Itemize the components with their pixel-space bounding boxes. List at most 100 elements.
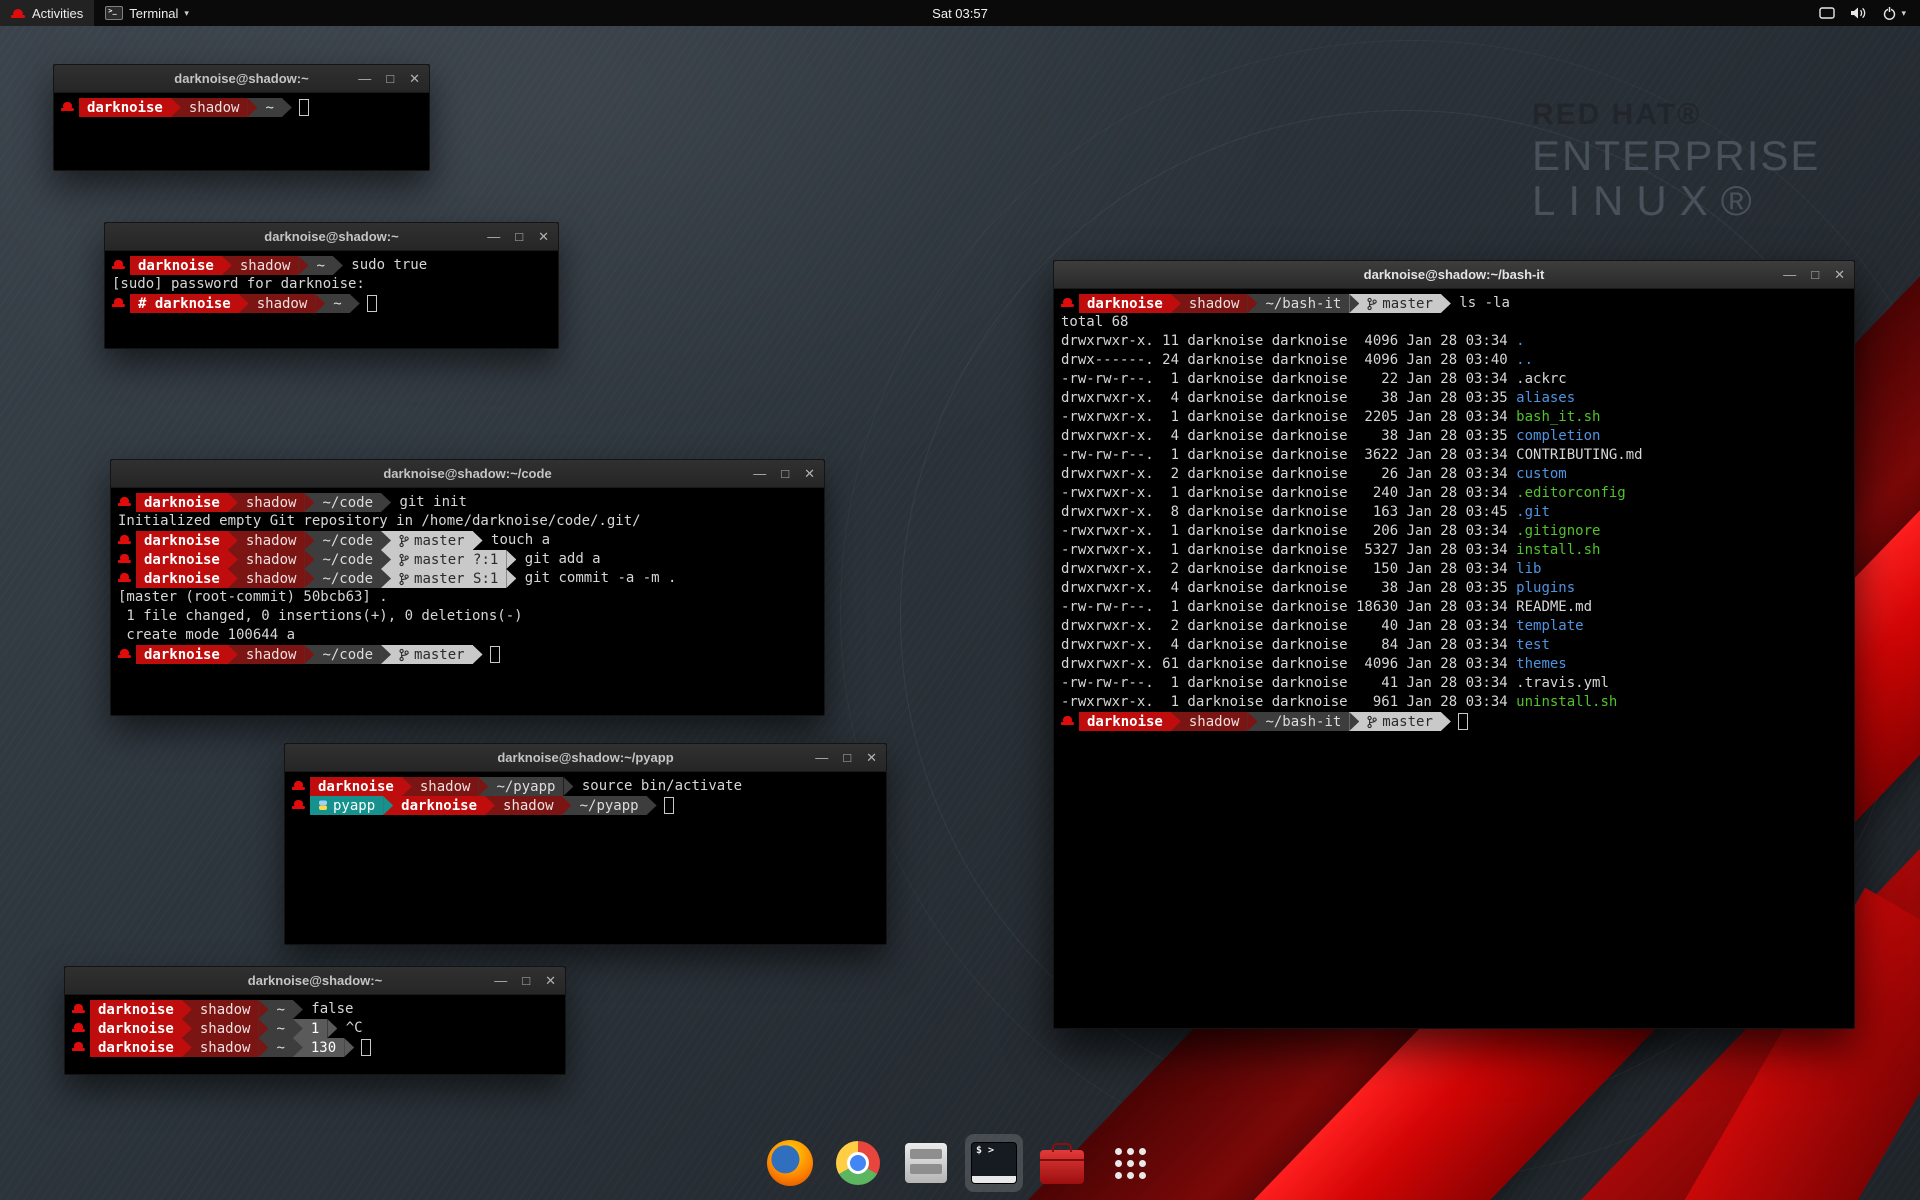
maximize-button[interactable]: □ <box>843 751 851 764</box>
maximize-button[interactable]: □ <box>515 230 523 243</box>
terminal-content[interactable]: darknoiseshadow~/pyapp source bin/activa… <box>285 772 886 820</box>
file-listing-text: drwxrwxr-x. 2 darknoise darknoise 26 Jan… <box>1061 465 1516 484</box>
terminal-window-sudo[interactable]: darknoise@shadow:~ — □ ✕ darknoiseshadow… <box>104 222 559 349</box>
close-button[interactable]: ✕ <box>538 230 549 243</box>
powerline-arrow <box>1247 712 1257 731</box>
power-icon[interactable]: ▾ <box>1882 6 1906 21</box>
powerline-arrow <box>344 1038 354 1057</box>
file-listing-text: -rwxrwxr-x. 1 darknoise darknoise 2205 J… <box>1061 408 1516 427</box>
powerline-arrow <box>293 1019 303 1038</box>
powerline-arrow <box>222 256 232 275</box>
window-titlebar[interactable]: darknoise@shadow:~/code — □ ✕ <box>111 460 824 488</box>
prompt-segment: ~/code <box>314 569 381 588</box>
dock-item-firefox[interactable] <box>761 1134 819 1192</box>
file-listing-text: -rwxrwxr-x. 1 darknoise darknoise 206 Ja… <box>1061 522 1516 541</box>
volume-icon[interactable] <box>1850 6 1867 20</box>
powerline-arrow <box>383 796 393 815</box>
file-name: plugins <box>1516 579 1575 598</box>
dock-item-app-grid[interactable] <box>1101 1134 1159 1192</box>
window-titlebar[interactable]: darknoise@shadow:~ — □ ✕ <box>54 65 429 93</box>
maximize-button[interactable]: □ <box>1811 268 1819 281</box>
prompt-segment: darknoise <box>136 645 228 664</box>
powerline-arrow <box>228 550 238 569</box>
prompt-segment: master <box>391 645 473 664</box>
logo-linux-text: LINUX® <box>1532 180 1820 222</box>
terminal-line: darknoiseshadow~/codemaster ?:1 git add … <box>118 550 817 569</box>
window-titlebar[interactable]: darknoise@shadow:~/pyapp — □ ✕ <box>285 744 886 772</box>
minimize-button[interactable]: — <box>358 72 371 85</box>
minimize-button[interactable]: — <box>753 467 766 480</box>
dock-item-chrome[interactable] <box>829 1134 887 1192</box>
maximize-button[interactable]: □ <box>386 72 394 85</box>
window-titlebar[interactable]: darknoise@shadow:~/bash-it — □ ✕ <box>1054 261 1854 289</box>
terminal-line: -rwxrwxr-x. 1 darknoise darknoise 206 Ja… <box>1061 522 1847 541</box>
file-name: bash_it.sh <box>1516 408 1600 427</box>
redhat-prompt-icon <box>118 531 134 550</box>
minimize-button[interactable]: — <box>494 974 507 987</box>
terminal-line: [sudo] password for darknoise: <box>112 275 551 294</box>
terminal-window-home-1[interactable]: darknoise@shadow:~ — □ ✕ darknoiseshadow… <box>53 64 430 171</box>
close-button[interactable]: ✕ <box>804 467 815 480</box>
redhat-prompt-icon <box>72 1038 88 1057</box>
logo-redhat-text: RED HAT® <box>1532 100 1820 130</box>
prompt-segment: shadow <box>181 98 248 117</box>
close-button[interactable]: ✕ <box>409 72 420 85</box>
prompt-segment: darknoise <box>136 493 228 512</box>
prompt-segment: darknoise <box>1079 712 1171 731</box>
terminal-line: -rw-rw-r--. 1 darknoise darknoise 3622 J… <box>1061 446 1847 465</box>
prompt-segment: shadow <box>1181 712 1248 731</box>
terminal-content[interactable]: darknoiseshadow~/code git initInitialize… <box>111 488 824 669</box>
maximize-button[interactable]: □ <box>781 467 789 480</box>
terminal-line: drwxrwxr-x. 8 darknoise darknoise 163 Ja… <box>1061 503 1847 522</box>
terminal-content[interactable]: darknoiseshadow~ sudo true[sudo] passwor… <box>105 251 558 318</box>
chevron-down-icon: ▾ <box>184 8 189 19</box>
terminal-text: 1 file changed, 0 insertions(+), 0 delet… <box>118 607 523 626</box>
terminal-window-home-2[interactable]: darknoise@shadow:~ — □ ✕ darknoiseshadow… <box>64 966 566 1075</box>
prompt-segment: darknoise <box>393 796 485 815</box>
terminal-content[interactable]: darknoiseshadow~/bash-itmaster ls -latot… <box>1054 289 1854 736</box>
terminal-cursor <box>664 797 674 814</box>
terminal-content[interactable]: darknoiseshadow~ falsedarknoiseshadow~1 … <box>65 995 565 1062</box>
activities-button[interactable]: Activities <box>0 0 94 26</box>
powerline-arrow <box>563 777 573 796</box>
terminal-window-bash-it[interactable]: darknoise@shadow:~/bash-it — □ ✕ darknoi… <box>1053 260 1855 1029</box>
terminal-line: -rwxrwxr-x. 1 darknoise darknoise 2205 J… <box>1061 408 1847 427</box>
prompt-segment: shadow <box>192 1019 259 1038</box>
dock-item-toolbox[interactable] <box>1033 1134 1091 1192</box>
powerline-arrow <box>304 550 314 569</box>
terminal-content[interactable]: darknoiseshadow~ <box>54 93 429 122</box>
close-button[interactable]: ✕ <box>545 974 556 987</box>
minimize-button[interactable]: — <box>487 230 500 243</box>
minimize-button[interactable]: — <box>815 751 828 764</box>
prompt-segment: ~/code <box>314 645 381 664</box>
powerline-arrow <box>298 256 308 275</box>
powerline-arrow <box>562 796 572 815</box>
minimize-button[interactable]: — <box>1783 268 1796 281</box>
powerline-arrow <box>228 493 238 512</box>
maximize-button[interactable]: □ <box>522 974 530 987</box>
redhat-distro-icon <box>11 6 26 20</box>
terminal-window-code[interactable]: darknoise@shadow:~/code — □ ✕ darknoises… <box>110 459 825 716</box>
window-titlebar[interactable]: darknoise@shadow:~ — □ ✕ <box>105 223 558 251</box>
close-button[interactable]: ✕ <box>866 751 877 764</box>
terminal-cursor <box>490 646 500 663</box>
prompt-segment: ~/code <box>314 531 381 550</box>
terminal-line: drwxrwxr-x. 2 darknoise darknoise 26 Jan… <box>1061 465 1847 484</box>
display-icon[interactable] <box>1819 7 1835 20</box>
dock-item-terminal[interactable] <box>965 1134 1023 1192</box>
top-bar: Activities Terminal ▾ Sat 03:57 ▾ <box>0 0 1920 26</box>
file-listing-text: drwxrwxr-x. 2 darknoise darknoise 40 Jan… <box>1061 617 1516 636</box>
file-name: .git <box>1516 503 1550 522</box>
powerline-arrow <box>239 294 249 313</box>
close-button[interactable]: ✕ <box>1834 268 1845 281</box>
dock-item-files[interactable] <box>897 1134 955 1192</box>
toolbox-icon <box>1040 1150 1084 1184</box>
window-titlebar[interactable]: darknoise@shadow:~ — □ ✕ <box>65 967 565 995</box>
prompt-segment: 130 <box>303 1038 344 1057</box>
terminal-line: # darknoiseshadow~ <box>112 294 551 313</box>
powerline-arrow <box>1441 712 1451 731</box>
clock[interactable]: Sat 03:57 <box>932 6 988 21</box>
terminal-window-pyapp[interactable]: darknoise@shadow:~/pyapp — □ ✕ darknoise… <box>284 743 887 945</box>
terminal-line: darknoiseshadow~1 ^C <box>72 1019 558 1038</box>
app-menu-terminal[interactable]: Terminal ▾ <box>94 0 200 26</box>
